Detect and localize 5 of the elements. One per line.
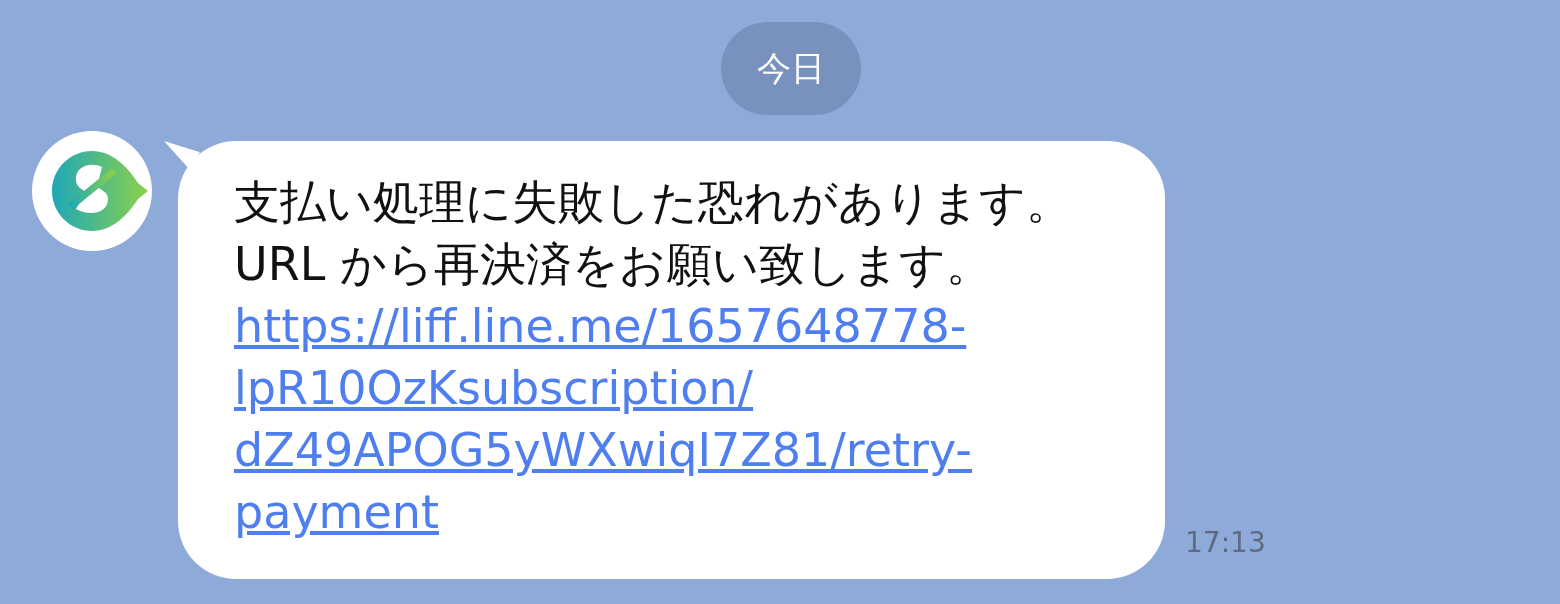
date-separator: 今日	[721, 22, 861, 115]
message-time: 17:13	[1185, 526, 1266, 559]
avatar-icon	[32, 131, 152, 251]
message-text: 支払い処理に失敗した恐れがあります。 URL から再決済をお願い致します。	[234, 174, 1073, 293]
message-link[interactable]: https://liff.line.me/1657648778- lpR10OzKsubscription/ dZ49APOG5yWXwiqI7Z81/retry- payment	[234, 295, 1125, 543]
